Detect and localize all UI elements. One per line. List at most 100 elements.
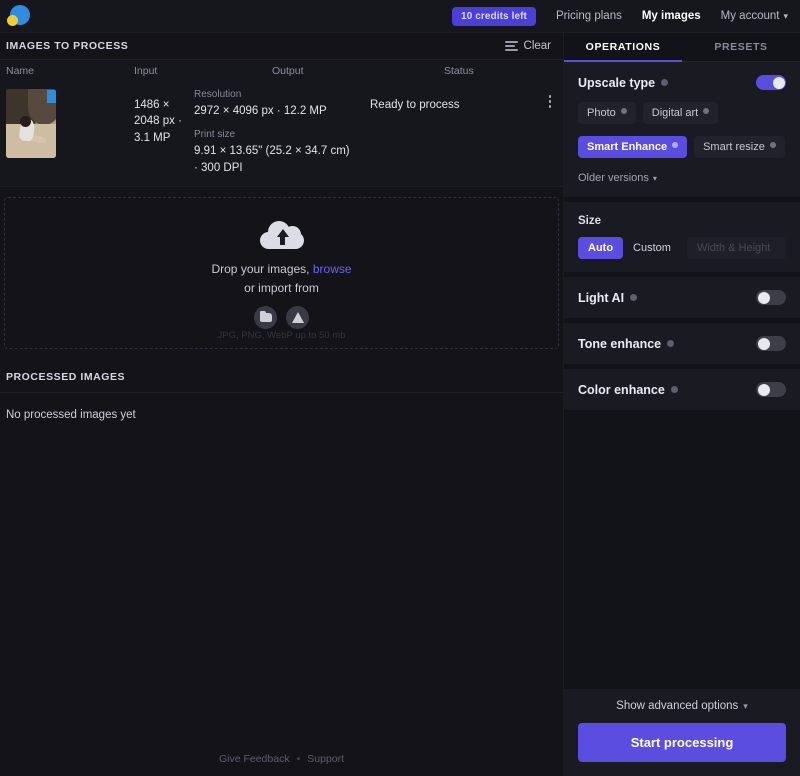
light-ai-card: Light AI xyxy=(564,277,800,318)
size-option-custom[interactable]: Custom xyxy=(623,237,681,259)
print-size-value: 9.91 × 13.65" (25.2 × 34.7 cm) xyxy=(194,143,366,159)
column-header-status: Status xyxy=(444,65,551,77)
older-versions-label: Older versions xyxy=(578,172,649,184)
resolution-label: Resolution xyxy=(194,89,366,100)
chip-digital-art-label: Digital art xyxy=(652,107,698,119)
upscale-type-card: Upscale type Photo Digital art Smart Enh… xyxy=(564,62,800,197)
info-icon[interactable] xyxy=(630,294,637,301)
image-dropzone[interactable]: Drop your images, browse or import from … xyxy=(4,197,559,349)
nav-my-account-label: My account xyxy=(721,10,780,22)
footer-separator: • xyxy=(297,753,301,765)
cell-output: Resolution 2972 × 4096 px · 12.2 MP Prin… xyxy=(194,89,366,176)
chevron-down-icon: ▾ xyxy=(743,701,748,711)
info-icon[interactable] xyxy=(703,108,709,114)
import-sources xyxy=(254,306,309,329)
app-root: 10 credits left Pricing plans My images … xyxy=(0,0,800,776)
dropzone-line2: or import from xyxy=(244,281,319,295)
print-size-dpi: · 300 DPI xyxy=(194,160,366,176)
dropzone-text: Drop your images, browse or import from xyxy=(211,260,351,297)
tone-enhance-label: Tone enhance xyxy=(578,337,661,351)
nav-links: 10 credits left Pricing plans My images … xyxy=(452,7,788,26)
cloud-upload-icon xyxy=(260,221,304,249)
give-feedback-link[interactable]: Give Feedback xyxy=(219,753,290,765)
column-header-name: Name xyxy=(6,65,134,77)
cell-status: Ready to process xyxy=(366,89,549,176)
list-lines-icon xyxy=(505,41,518,51)
light-ai-label: Light AI xyxy=(578,291,624,305)
dropzone-format-note: JPG, PNG, WebP up to 50 mb xyxy=(218,330,346,341)
logo-circle-yellow xyxy=(7,15,18,26)
upscale-type-header: Upscale type xyxy=(578,75,786,90)
color-enhance-card: Color enhance xyxy=(564,369,800,410)
color-enhance-toggle[interactable] xyxy=(756,382,786,397)
images-table-header: Name Input Output Status xyxy=(0,60,563,81)
print-size-label: Print size xyxy=(194,129,366,140)
dropzone-line1: Drop your images, xyxy=(211,262,312,276)
start-processing-button[interactable]: Start processing xyxy=(578,723,786,762)
top-navigation-bar: 10 credits left Pricing plans My images … xyxy=(0,0,800,33)
images-column: IMAGES TO PROCESS Clear Name Input Outpu… xyxy=(0,33,563,776)
panel-spacer xyxy=(564,415,800,689)
tone-enhance-toggle[interactable] xyxy=(756,336,786,351)
images-to-process-title: IMAGES TO PROCESS xyxy=(6,40,128,52)
show-advanced-options-button[interactable]: Show advanced options ▾ xyxy=(578,700,786,712)
app-logo-icon[interactable] xyxy=(6,3,33,30)
chip-photo[interactable]: Photo xyxy=(578,102,636,124)
thumbnail-person-hair xyxy=(20,116,31,127)
processed-images-empty-state: No processed images yet xyxy=(0,393,563,421)
size-card: Size Auto Custom Width & Height xyxy=(564,202,800,272)
clear-button-label: Clear xyxy=(524,40,551,52)
clear-button[interactable]: Clear xyxy=(505,40,551,52)
nav-pricing-plans[interactable]: Pricing plans xyxy=(556,10,622,22)
size-segmented-control: Auto Custom Width & Height xyxy=(578,237,786,259)
resolution-value: 2972 × 4096 px · 12.2 MP xyxy=(194,103,366,119)
google-drive-icon[interactable] xyxy=(286,306,309,329)
input-dimensions: 1486 × 2048 px · 3.1 MP xyxy=(134,97,194,146)
size-label: Size xyxy=(578,215,786,227)
light-ai-toggle[interactable] xyxy=(756,290,786,305)
support-link[interactable]: Support xyxy=(307,753,344,765)
processed-images-header: PROCESSED IMAGES xyxy=(0,367,563,393)
chevron-down-icon: ▾ xyxy=(783,11,788,22)
width-height-input[interactable]: Width & Height xyxy=(687,237,786,259)
tab-presets[interactable]: PRESETS xyxy=(682,33,800,61)
main-body: IMAGES TO PROCESS Clear Name Input Outpu… xyxy=(0,33,800,776)
browse-link[interactable]: browse xyxy=(313,262,352,276)
panel-tabs: OPERATIONS PRESETS xyxy=(564,33,800,62)
info-icon[interactable] xyxy=(661,79,668,86)
images-to-process-header: IMAGES TO PROCESS Clear xyxy=(0,33,563,60)
info-icon[interactable] xyxy=(672,142,678,148)
info-icon[interactable] xyxy=(770,142,776,148)
processed-images-title: PROCESSED IMAGES xyxy=(6,371,125,383)
credits-badge[interactable]: 10 credits left xyxy=(452,7,536,26)
tab-operations[interactable]: OPERATIONS xyxy=(564,33,682,61)
info-icon[interactable] xyxy=(667,340,674,347)
chip-digital-art[interactable]: Digital art xyxy=(643,102,718,124)
chip-smart-resize-label: Smart resize xyxy=(703,141,765,153)
tone-enhance-card: Tone enhance xyxy=(564,323,800,364)
upscale-type-label: Upscale type xyxy=(578,76,655,90)
operations-panel: OPERATIONS PRESETS Upscale type Photo Di… xyxy=(563,33,800,776)
table-row[interactable]: 1486 × 2048 px · 3.1 MP Resolution 2972 … xyxy=(0,81,563,187)
status-badge: Ready to process xyxy=(370,97,549,113)
info-icon[interactable] xyxy=(671,386,678,393)
nav-my-account[interactable]: My account▾ xyxy=(721,10,788,22)
dropbox-folder-icon[interactable] xyxy=(254,306,277,329)
show-advanced-options-label: Show advanced options xyxy=(616,700,738,712)
upscale-type-toggle[interactable] xyxy=(756,75,786,90)
chip-smart-resize[interactable]: Smart resize xyxy=(694,136,785,158)
older-versions-toggle[interactable]: Older versions▾ xyxy=(578,172,786,184)
info-icon[interactable] xyxy=(621,108,627,114)
size-option-auto[interactable]: Auto xyxy=(578,237,623,259)
column-header-output: Output xyxy=(272,65,444,77)
nav-my-images[interactable]: My images xyxy=(642,10,701,22)
thumbnail-sea xyxy=(47,90,56,103)
panel-actions: Show advanced options ▾ Start processing xyxy=(564,689,800,776)
upscale-type-chips-row2: Smart Enhance Smart resize xyxy=(578,136,786,158)
chip-photo-label: Photo xyxy=(587,107,616,119)
column-header-input: Input xyxy=(134,65,272,77)
chip-smart-enhance[interactable]: Smart Enhance xyxy=(578,136,687,158)
row-menu-icon[interactable] xyxy=(549,89,552,176)
image-thumbnail[interactable] xyxy=(6,89,56,158)
cell-input: 1486 × 2048 px · 3.1 MP xyxy=(56,89,194,176)
